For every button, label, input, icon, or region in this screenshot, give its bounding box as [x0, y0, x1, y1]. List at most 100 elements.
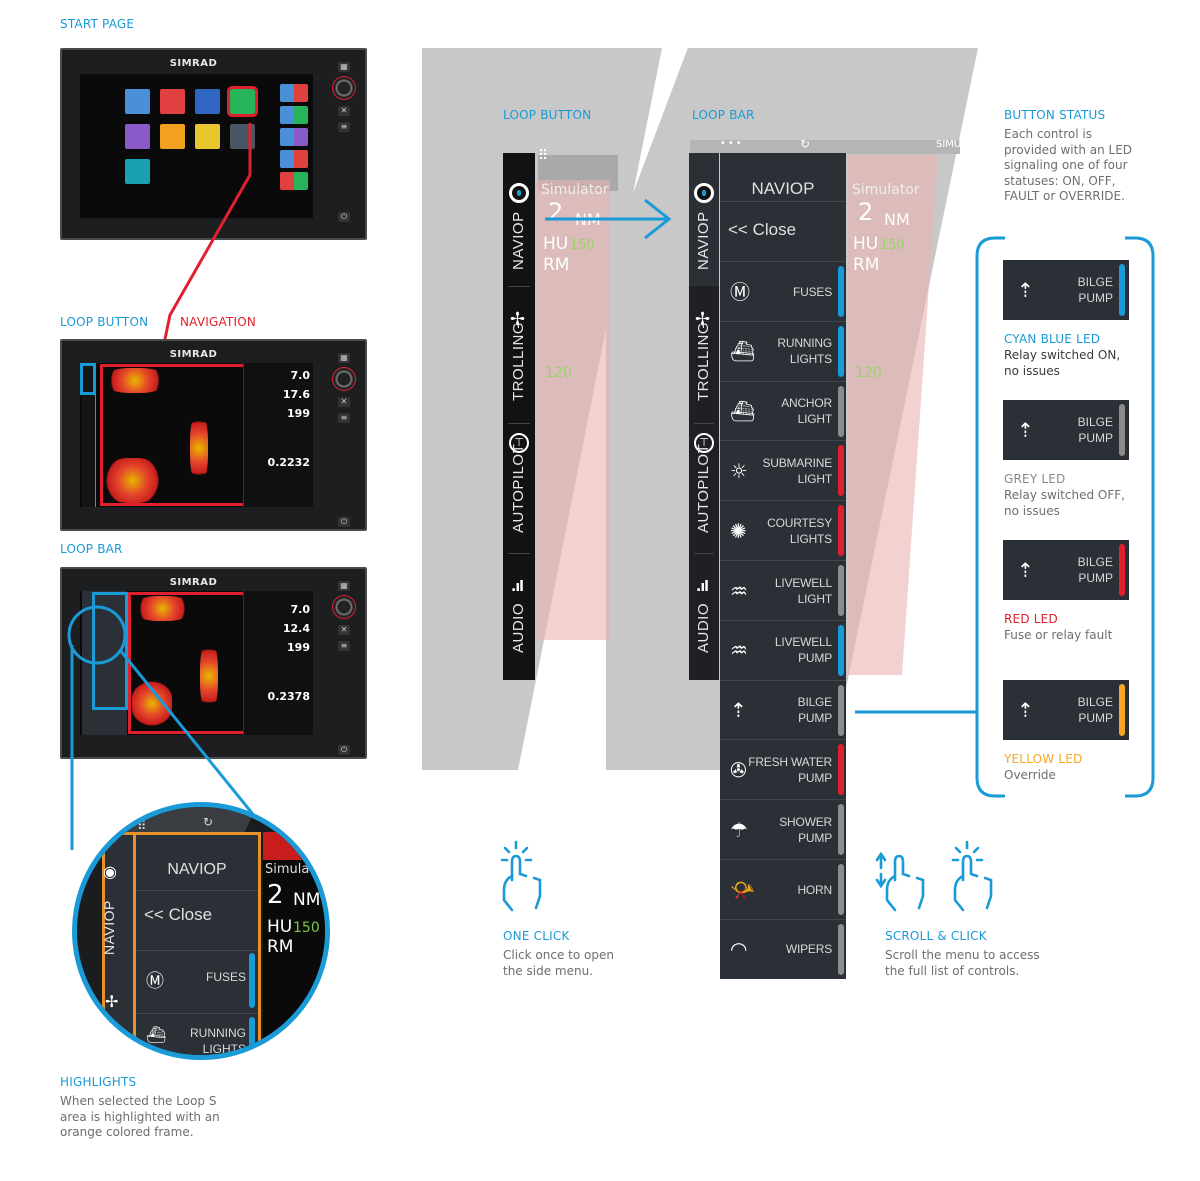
favorite-3[interactable] — [280, 128, 308, 146]
menu-item-anchor-light[interactable]: ⛴ ANCHOR LIGHT — [720, 380, 846, 441]
menu-item-livewell-light[interactable]: ♒ LIVEWELL LIGHT — [720, 560, 846, 620]
divider — [694, 423, 714, 424]
status-card-cyan: ⇡ BILGE PUMP — [1003, 260, 1129, 320]
led-indicator — [838, 266, 844, 317]
led-indicator — [1119, 404, 1125, 456]
rotary-knob[interactable] — [332, 367, 356, 391]
divider — [720, 201, 846, 202]
pages-key[interactable]: ▦ — [338, 62, 350, 72]
menu-item-label: FRESH WATER PUMP — [748, 754, 832, 785]
led-indicator — [838, 864, 844, 915]
status-card-grey: ⇡ BILGE PUMP — [1003, 400, 1129, 460]
refresh-icon[interactable]: ↻ — [800, 137, 810, 151]
menu-item-label: WIPERS — [785, 942, 832, 957]
favorite-1[interactable] — [280, 84, 308, 102]
trolling-icon: ✢ — [105, 992, 119, 1011]
menu-item-running-lights[interactable]: ⛴ RUNNING LIGHTS — [720, 320, 846, 381]
close-button[interactable]: << Close — [728, 220, 796, 240]
tab-naviop[interactable]: NAVIOP — [510, 211, 527, 270]
menu-title: NAVIOP — [167, 861, 227, 878]
courtesy-lights-icon: ✺ — [730, 518, 747, 543]
radar-app-icon[interactable] — [125, 124, 150, 149]
menu-key[interactable]: ≡ — [338, 641, 350, 651]
row-label[interactable]: FUSES — [206, 970, 246, 984]
exit-key[interactable]: ✕ — [338, 625, 350, 635]
sonar-app-icon[interactable] — [160, 89, 185, 114]
menu-item-bilge-pump[interactable]: ⇡ BILGE PUMP — [720, 679, 846, 740]
naviop-menu: NAVIOP << Close Ⓜ FUSES ⛴ RUNNING LIGHTS ⛴ AN… — [720, 153, 846, 979]
tab-trolling[interactable]: TROLLING — [510, 322, 527, 401]
led-indicator — [838, 624, 844, 676]
relative-motion-label: RM — [267, 937, 294, 957]
button-status-caption: BUTTON STATUS — [1004, 108, 1106, 122]
power-key[interactable]: ⏻ — [338, 517, 350, 527]
pages-key[interactable]: ▦ — [338, 353, 350, 363]
divider — [508, 423, 530, 424]
loop-button-device: SIMRAD 7.0 17.6 199 0.2232 ▦ ✕ ≡ ⏻ — [60, 339, 367, 531]
led-indicator — [838, 684, 844, 736]
one-click-icon — [500, 840, 542, 912]
hardware-keys: ▦ ✕ ≡ ⏻ — [329, 351, 359, 527]
menu-item-livewell-pump[interactable]: ♒ LIVEWELL PUMP — [720, 619, 846, 680]
tab-autopilot[interactable]: AUTOPILOT — [510, 444, 527, 533]
rotary-knob[interactable] — [332, 76, 356, 100]
naviop-app-icon[interactable] — [227, 86, 258, 117]
menu-key[interactable]: ≡ — [338, 122, 350, 132]
pages-key[interactable]: ▦ — [338, 581, 350, 591]
exit-key[interactable]: ✕ — [338, 106, 350, 116]
tab-trolling[interactable]: TROLLING — [695, 322, 712, 401]
power-key[interactable]: ⏻ — [338, 745, 350, 755]
rotary-knob[interactable] — [332, 595, 356, 619]
tab-naviop[interactable]: NAVIOP — [695, 211, 712, 270]
data-value: 0.2232 — [267, 456, 310, 469]
tab-autopilot[interactable]: AUTOPILOT — [695, 444, 712, 533]
simulator-label: Simulator — [852, 182, 920, 198]
apps-grid-icon[interactable]: ⠿ — [538, 148, 548, 164]
bilge-pump-icon: ⇡ — [730, 698, 747, 723]
led-indicator — [838, 565, 844, 616]
menu-item-fresh-water-pump[interactable]: ✇ FRESH WATER PUMP — [720, 739, 846, 799]
led-indicator — [838, 923, 844, 975]
exit-key[interactable]: ✕ — [338, 397, 350, 407]
audio-bars-icon: .ıl — [511, 579, 524, 595]
row-label[interactable]: RUNNING LIGHTS — [176, 1025, 246, 1055]
loop-bar-caption: LOOP BAR — [60, 542, 123, 556]
wipers-icon: ◠ — [730, 937, 748, 962]
favorite-5[interactable] — [280, 172, 308, 190]
menu-item-shower-pump[interactable]: ☂ SHOWER PUMP — [720, 799, 846, 859]
led-indicator — [249, 953, 255, 1008]
loop-bar-tabs: NAVIOP ✢ TROLLING ⊤ AUTOPILOT .ıl AUDIO — [689, 153, 719, 680]
brand-logo: SIMRAD — [169, 577, 218, 588]
refresh-icon[interactable]: ↻ — [203, 815, 213, 829]
favorite-2[interactable] — [280, 106, 308, 124]
led-title: YELLOW LED — [1004, 752, 1083, 766]
divider — [136, 950, 258, 951]
tab-audio[interactable]: AUDIO — [510, 603, 527, 653]
running-lights-icon: ⛴ — [730, 339, 756, 364]
menu-item-wipers[interactable]: ◠ WIPERS — [720, 918, 846, 979]
favorite-4[interactable] — [280, 150, 308, 168]
scroll-click-icon — [875, 840, 993, 912]
structure-app-icon[interactable] — [195, 89, 220, 114]
tab-naviop[interactable]: NAVIOP — [101, 900, 117, 955]
menu-item-courtesy-lights[interactable]: ✺ COURTESY LIGHTS — [720, 500, 846, 560]
menu-title: NAVIOP — [751, 179, 815, 198]
led-title: CYAN BLUE LED — [1004, 332, 1101, 346]
menu-item-label: BILGE PUMP — [797, 695, 833, 726]
menu-item-fuses[interactable]: Ⓜ FUSES — [720, 261, 846, 321]
loop-button-panel-caption: LOOP BUTTON — [503, 108, 592, 122]
menu-key[interactable]: ≡ — [338, 413, 350, 423]
led-indicator — [1119, 684, 1125, 736]
menu-item-submarine-light[interactable]: ☼ SUBMARINE LIGHT — [720, 440, 846, 500]
apps-dots-icon[interactable]: ••• — [720, 138, 744, 149]
power-key[interactable]: ⏻ — [338, 212, 350, 222]
trip-app-icon[interactable] — [125, 159, 150, 184]
close-button[interactable]: << Close — [144, 905, 212, 925]
menu-item-horn[interactable]: 📯 HORN — [720, 859, 846, 919]
horn-icon: 📯 — [730, 877, 755, 902]
loop-button-bar: NAVIOP ✢ TROLLING ⊤ AUTOPILOT .ıl AUDIO — [503, 153, 535, 680]
scroll-click-caption: SCROLL & CLICK — [885, 929, 987, 943]
chart-app-icon[interactable] — [125, 89, 150, 114]
start-page-caption: START PAGE — [60, 17, 135, 31]
tab-audio[interactable]: AUDIO — [695, 603, 712, 653]
